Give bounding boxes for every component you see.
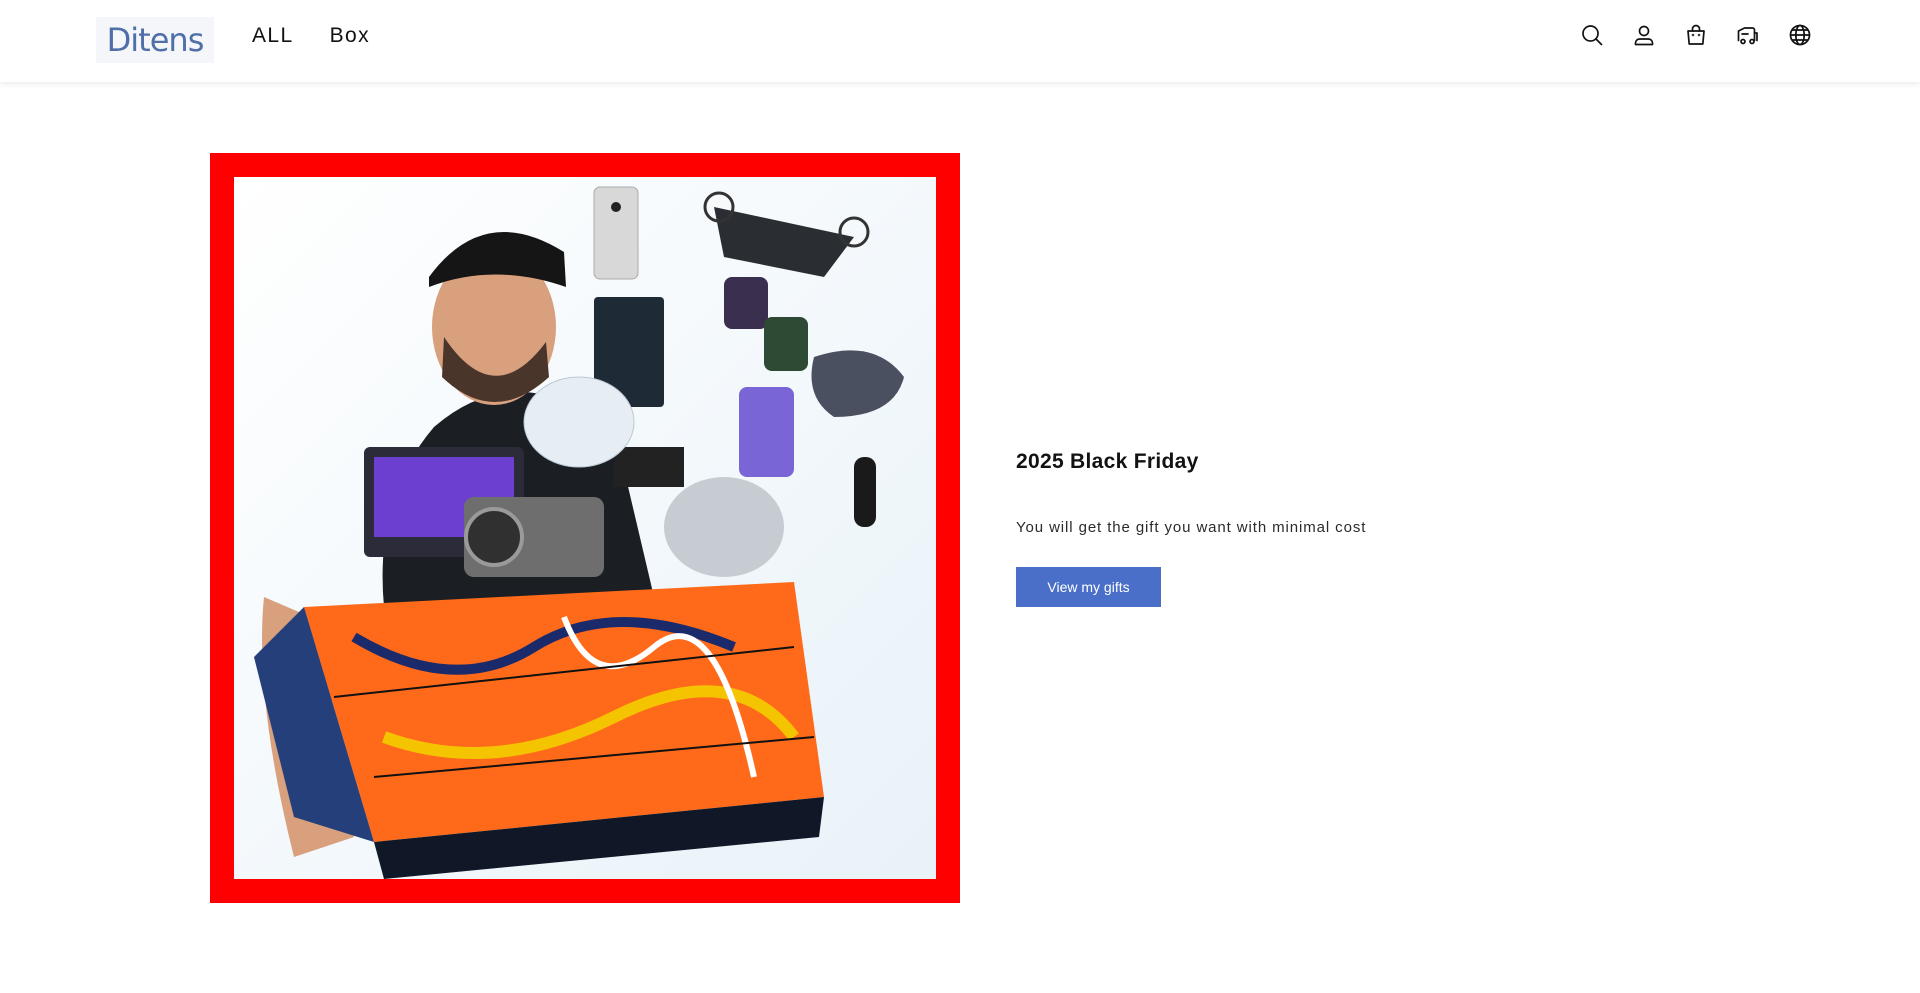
hero-title: 2025 Black Friday: [1016, 450, 1199, 473]
logo-text: Ditens: [106, 21, 205, 59]
hero-description: You will get the gift you want with mini…: [1016, 519, 1367, 536]
truck-icon[interactable]: [1734, 21, 1762, 49]
site-logo[interactable]: Ditens: [96, 17, 214, 63]
main-nav: ALL Box: [252, 24, 370, 48]
account-icon[interactable]: [1630, 21, 1658, 49]
search-icon[interactable]: [1578, 21, 1606, 49]
nav-item-box[interactable]: Box: [330, 24, 370, 48]
hero-image-frame: [210, 153, 960, 903]
cart-icon[interactable]: [1682, 21, 1710, 49]
globe-icon[interactable]: [1786, 21, 1814, 49]
header-icons: [1578, 21, 1814, 49]
site-header: Ditens ALL Box: [0, 0, 1920, 82]
hero-image: [234, 177, 936, 879]
nav-item-all[interactable]: ALL: [252, 24, 294, 48]
view-my-gifts-button[interactable]: View my gifts: [1016, 567, 1161, 607]
